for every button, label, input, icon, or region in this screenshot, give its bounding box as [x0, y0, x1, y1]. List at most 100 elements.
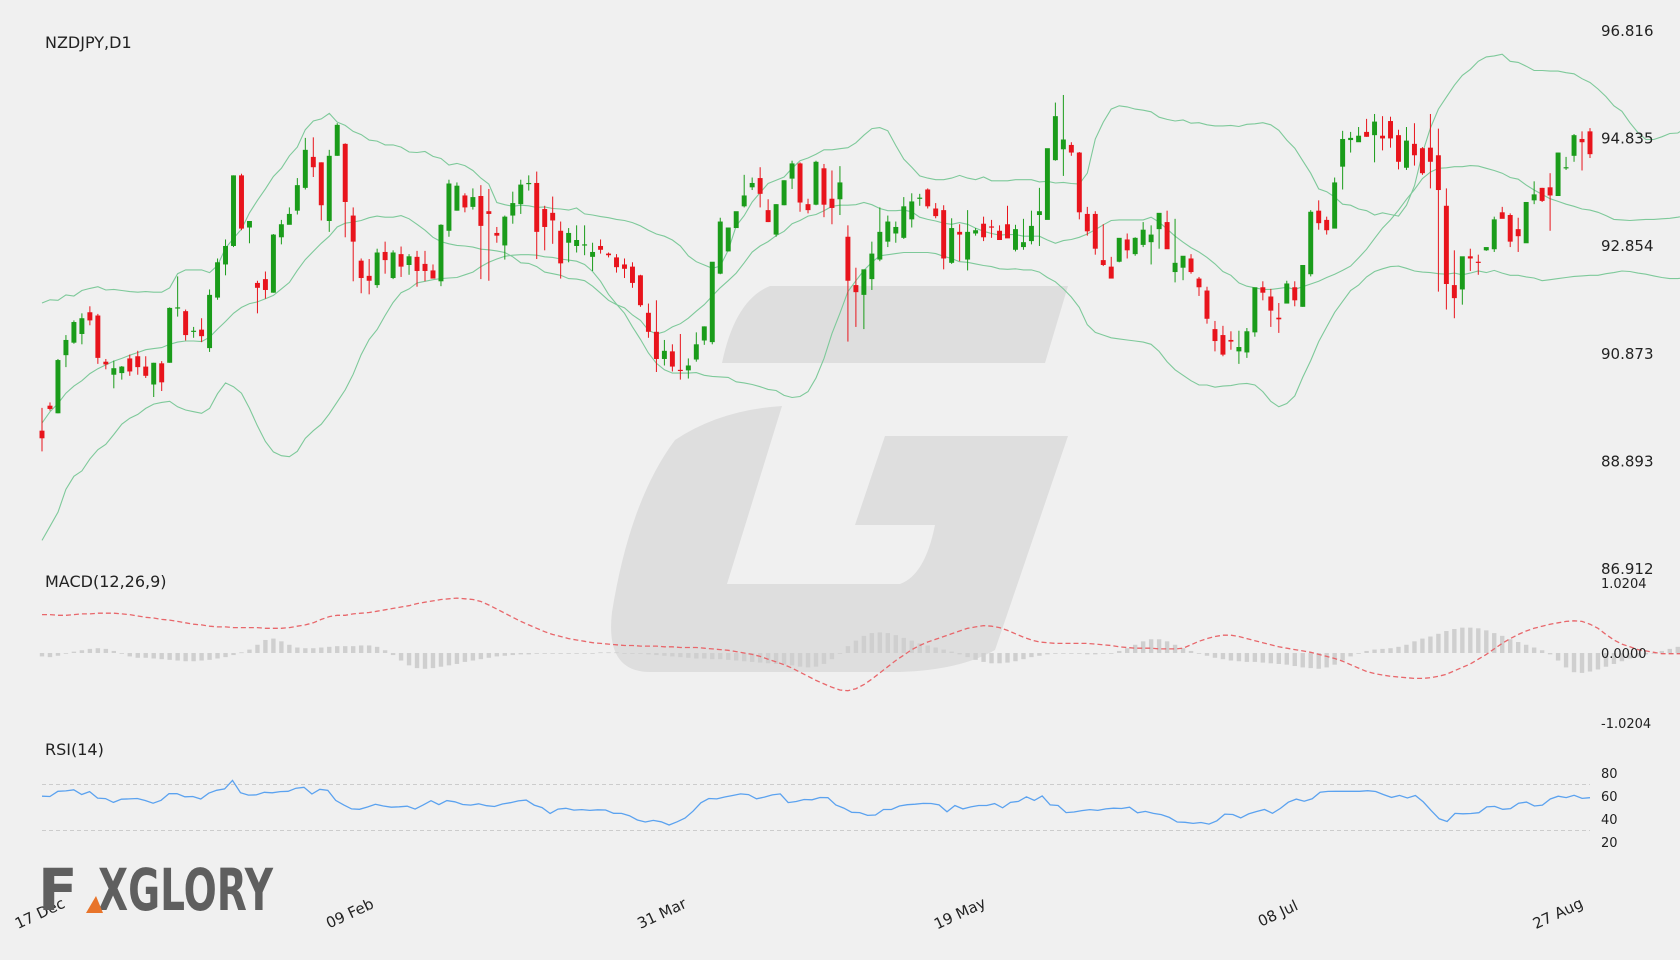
candle-body: [805, 204, 811, 211]
x-axis-tick: 27 Aug: [1530, 894, 1586, 933]
macd-histogram-bar: [1260, 653, 1266, 663]
candle: [1092, 211, 1098, 255]
candle: [1483, 247, 1489, 251]
candle-body: [574, 240, 580, 246]
candle: [199, 318, 205, 343]
candle: [183, 309, 189, 341]
candle: [829, 170, 835, 225]
macd-histogram-bar: [406, 653, 412, 666]
macd-histogram-bar: [965, 653, 970, 658]
candle: [725, 227, 731, 252]
macd-histogram-bar: [1340, 653, 1345, 661]
candle-body: [39, 430, 45, 439]
candle: [1507, 213, 1513, 248]
macd-histogram-bar: [638, 653, 643, 654]
candle: [1396, 129, 1401, 170]
candle-body: [869, 253, 875, 280]
candle: [1204, 286, 1210, 324]
macd-histogram-bar: [686, 653, 691, 658]
candle: [1244, 328, 1250, 358]
candle-body: [55, 360, 61, 414]
candle-body: [1332, 182, 1338, 229]
macd-histogram-bar: [1148, 639, 1154, 653]
candle: [318, 162, 324, 221]
macd-histogram-bar: [1101, 653, 1106, 654]
candle: [223, 239, 228, 276]
macd-histogram-bar: [1013, 653, 1018, 662]
candle-body: [199, 329, 205, 337]
candle-body: [1443, 205, 1449, 285]
candle-body: [1188, 258, 1194, 273]
candle: [454, 182, 460, 211]
candle: [87, 306, 93, 326]
candle: [1491, 216, 1497, 252]
candle: [1132, 237, 1138, 256]
macd-histogram-bar: [869, 633, 875, 653]
macd-histogram-bar: [1372, 649, 1377, 653]
candle: [302, 137, 308, 190]
candle-body: [1116, 237, 1122, 262]
candle-body: [215, 262, 221, 298]
candle: [765, 199, 771, 223]
candle-body: [606, 253, 612, 256]
macd-histogram-bar: [1045, 653, 1050, 655]
candle: [997, 225, 1002, 241]
candle: [398, 246, 404, 277]
candle-body: [685, 365, 691, 371]
candle: [813, 160, 819, 206]
candle-body: [693, 344, 699, 360]
candle: [1547, 173, 1553, 231]
candle-body: [917, 197, 923, 199]
candle-body: [518, 184, 524, 205]
candle: [151, 362, 157, 397]
candle: [1380, 116, 1386, 151]
candle-body: [1005, 224, 1010, 239]
macd-histogram-bar: [885, 633, 891, 653]
price-axis-tick: 92.854: [1601, 237, 1654, 255]
candle-body: [566, 232, 572, 243]
candle: [1236, 330, 1242, 364]
macd-histogram-bar: [1555, 653, 1561, 661]
candle: [1563, 156, 1569, 170]
macd-histogram-bar: [111, 650, 117, 653]
candle: [1044, 148, 1050, 220]
macd-histogram-bar: [1236, 653, 1242, 662]
candle-body: [167, 307, 173, 363]
candle-body: [1348, 137, 1354, 141]
candle-body: [941, 210, 947, 259]
candle: [1100, 224, 1106, 267]
candle-body: [973, 230, 979, 234]
candle: [1284, 280, 1290, 304]
macd-histogram-bar: [518, 653, 523, 655]
x-axis-tick: 08 Jul: [1255, 896, 1301, 930]
candle-body: [382, 251, 388, 261]
candle-body: [1340, 138, 1346, 167]
macd-histogram-bar: [1484, 630, 1489, 653]
price-axis-tick: 96.816: [1601, 22, 1654, 40]
macd-histogram-bar: [247, 649, 252, 653]
candle-body: [526, 182, 532, 185]
candle: [1252, 287, 1258, 337]
candle: [789, 160, 795, 189]
macd-histogram-bar: [781, 653, 787, 665]
candle-body: [494, 232, 500, 236]
candle: [773, 204, 779, 237]
candle: [925, 188, 931, 209]
candle-body: [1180, 255, 1186, 268]
candle-body: [534, 182, 540, 232]
candle-body: [637, 275, 643, 306]
candle: [741, 174, 747, 208]
candle: [1571, 134, 1577, 162]
macd-histogram-bar: [303, 648, 308, 653]
macd-histogram-bar: [1053, 653, 1058, 654]
macd-histogram-bar: [1348, 653, 1353, 657]
candle: [733, 211, 739, 229]
candle: [422, 250, 428, 282]
macd-histogram-bar: [957, 653, 962, 655]
x-axis-tick: 09 Feb: [323, 895, 376, 933]
candle-body: [1427, 147, 1433, 162]
candle: [622, 258, 627, 279]
macd-histogram-bar: [1523, 644, 1529, 653]
candle-body: [239, 175, 244, 229]
candle-body: [997, 230, 1002, 241]
